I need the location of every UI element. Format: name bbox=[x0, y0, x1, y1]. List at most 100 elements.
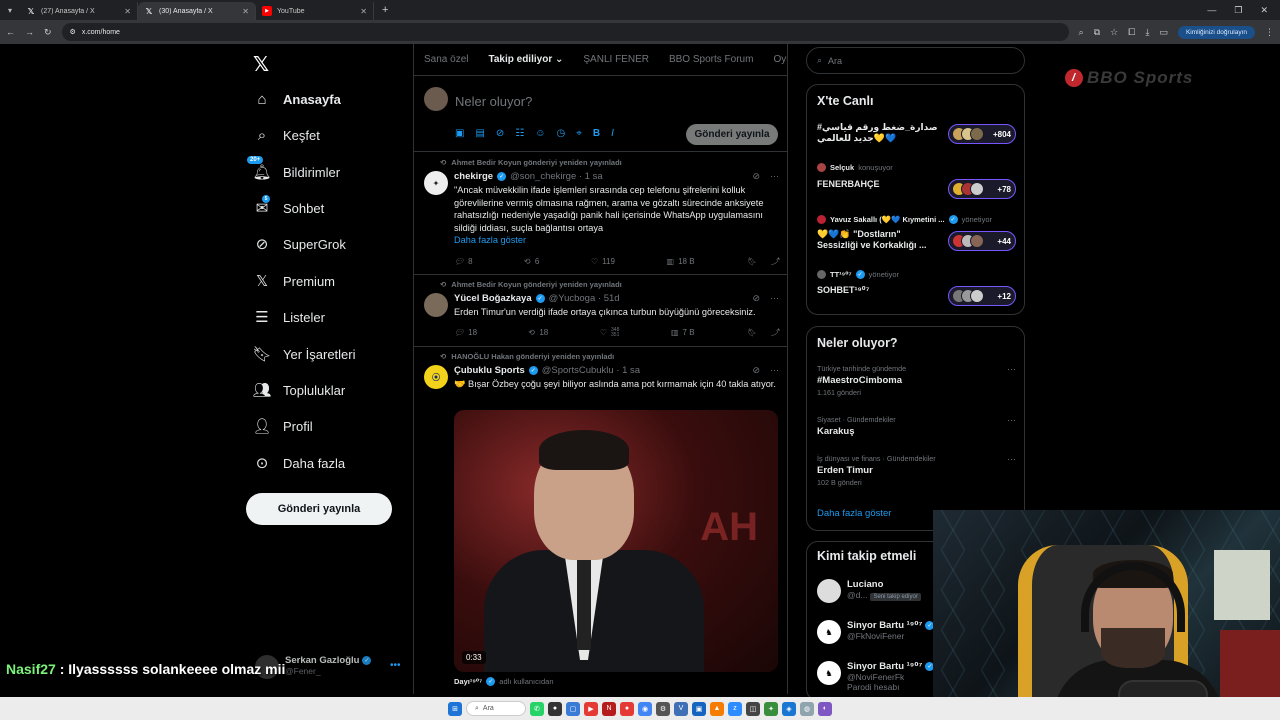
menu-icon[interactable]: ⋮ bbox=[1265, 27, 1274, 38]
netflix-icon[interactable]: N bbox=[602, 701, 616, 716]
nav-messages[interactable]: ✉ 5 Sohbet bbox=[253, 193, 324, 223]
like-button[interactable]: ♡ 119 bbox=[591, 256, 615, 267]
schedule-icon[interactable]: ◷ bbox=[556, 128, 565, 139]
whatsapp-icon[interactable]: ✆ bbox=[530, 701, 544, 716]
tab-following[interactable]: Takip ediliyor ⌄ bbox=[478, 44, 573, 76]
nav-notifications[interactable]: 🔔︎ 20+ Bildirimler bbox=[247, 156, 340, 187]
nav-premium[interactable]: 𝕏 Premium bbox=[253, 266, 335, 296]
app-icon[interactable]: ✦ bbox=[764, 701, 778, 716]
nav-lists[interactable]: ☰ Listeler bbox=[253, 302, 325, 332]
trend-item[interactable]: Siyaset · Gündemdekiler Karakuş ··· bbox=[817, 415, 1016, 437]
tweet-author[interactable]: Çubuklu Sports bbox=[454, 365, 525, 376]
live-listeners-pill[interactable]: +44 bbox=[948, 231, 1016, 251]
close-icon[interactable]: ✕ bbox=[124, 7, 131, 16]
taskbar-search[interactable]: ⌕ Ara bbox=[466, 701, 526, 716]
reload-icon[interactable]: ↻ bbox=[44, 27, 52, 38]
maximize-icon[interactable]: ❐ bbox=[1234, 5, 1242, 16]
tab-for-you[interactable]: Sana özel bbox=[414, 44, 478, 76]
post-button[interactable]: Gönderi yayınla bbox=[246, 493, 392, 525]
composer-input[interactable]: Neler oluyor? bbox=[455, 94, 532, 109]
gif-icon[interactable]: ▤ bbox=[475, 128, 484, 139]
tab-sanli-fener[interactable]: ŞANLI FENER bbox=[573, 44, 659, 76]
avatar[interactable]: ♞ bbox=[817, 620, 841, 644]
browser-tab[interactable]: ▶ YouTube ✕ bbox=[256, 2, 374, 20]
tweet[interactable]: ⟲ HANOĞLU Hakan gönderiyi yeniden yayınla… bbox=[414, 348, 787, 694]
trend-item[interactable]: İş dünyası ve finans · Gündemdekiler Erd… bbox=[817, 454, 1016, 487]
tab-list-icon[interactable]: ▾ bbox=[0, 0, 20, 20]
app-icon[interactable]: ▣ bbox=[692, 701, 706, 716]
nav-explore[interactable]: ⌕ Keşfet bbox=[253, 120, 320, 150]
nav-profile[interactable]: 👤︎ Profil bbox=[252, 411, 312, 441]
tweet-author[interactable]: Yücel Boğazkaya bbox=[454, 293, 532, 304]
app-icon[interactable]: ◫ bbox=[746, 701, 760, 716]
tweet-author[interactable]: chekirge bbox=[454, 171, 493, 182]
composer-post-button[interactable]: Gönderi yayınla bbox=[686, 124, 778, 145]
reply-button[interactable]: 💬︎ 8 bbox=[454, 256, 473, 267]
zoom-icon[interactable]: z bbox=[728, 701, 742, 716]
avatar[interactable]: ✦ bbox=[424, 171, 448, 195]
sidebar-icon[interactable]: ▭ bbox=[1159, 27, 1168, 38]
live-listeners-pill[interactable]: +12 bbox=[948, 286, 1016, 306]
app-icon[interactable]: ● bbox=[548, 701, 562, 716]
follow-suggestion[interactable]: ♞ Sinyor Bartu ¹⁹⁰⁷ ✓ @FkNoviFener bbox=[817, 620, 935, 644]
extensions-icon[interactable]: ⧠ bbox=[1128, 27, 1135, 38]
download-icon[interactable]: ⤓ bbox=[1145, 27, 1149, 38]
more-icon[interactable]: ··· bbox=[770, 365, 779, 376]
avatar[interactable] bbox=[424, 87, 448, 111]
close-icon[interactable]: ✕ bbox=[360, 7, 367, 16]
follow-suggestion[interactable]: ♞ Sinyor Bartu ¹⁹⁰⁷ ✓ @NoviFenerFk Parodi… bbox=[817, 661, 935, 692]
avatar[interactable]: ⦿ bbox=[424, 365, 448, 389]
new-tab-icon[interactable]: + bbox=[374, 4, 396, 16]
nav-more[interactable]: ⊙ Daha fazla bbox=[253, 448, 345, 478]
show-more-link[interactable]: Daha fazla göster bbox=[817, 508, 891, 519]
windows-start-icon[interactable]: ⊞ bbox=[448, 701, 462, 716]
vlc-icon[interactable]: ▲ bbox=[710, 701, 724, 716]
nav-communities[interactable]: 👥︎ Topluluklar bbox=[252, 375, 345, 405]
zoom-icon[interactable]: ⌕ bbox=[1079, 27, 1084, 38]
nav-bookmarks[interactable]: 🔖︎ Yer İşaretleri bbox=[252, 339, 355, 369]
views-button[interactable]: ▥ 18 B bbox=[667, 256, 695, 267]
tab-oyuncu[interactable]: Oyuncu bbox=[763, 44, 787, 76]
video-player[interactable]: AH 0:33 bbox=[454, 410, 778, 672]
share-icon[interactable]: ⤴ bbox=[771, 327, 779, 338]
app-icon[interactable]: V bbox=[674, 701, 688, 716]
app-icon[interactable]: ◍ bbox=[800, 701, 814, 716]
bold-icon[interactable]: B bbox=[593, 128, 600, 139]
live-listeners-pill[interactable]: +78 bbox=[948, 179, 1016, 199]
close-window-icon[interactable]: ✕ bbox=[1260, 5, 1268, 16]
like-button[interactable]: ♡ 348 351 bbox=[600, 327, 620, 338]
location-icon[interactable]: ⌖ bbox=[576, 128, 582, 139]
image-icon[interactable]: ▣ bbox=[455, 128, 464, 139]
live-listeners-pill[interactable]: +804 bbox=[948, 124, 1016, 144]
app-icon[interactable]: ▢ bbox=[566, 701, 580, 716]
more-icon[interactable]: ··· bbox=[1007, 415, 1016, 425]
share-icon[interactable]: ⤴ bbox=[771, 256, 779, 267]
trend-item[interactable]: Türkiye tarihinde gündemde #MaestroCimbo… bbox=[817, 364, 1016, 397]
more-icon[interactable]: ··· bbox=[1007, 364, 1016, 374]
browser-tab-active[interactable]: 𝕏 (30) Anasayfa / X ✕ bbox=[138, 2, 256, 20]
more-icon[interactable]: ··· bbox=[770, 171, 779, 182]
app-icon[interactable]: ● bbox=[620, 701, 634, 716]
live-item[interactable]: Yavuz Sakallı (💛💙 Kıymetini ... ✓ yönetiyo… bbox=[817, 215, 1016, 257]
app-icon[interactable]: ⚙ bbox=[656, 701, 670, 716]
live-item[interactable]: صدارة_ضغط ورقم قياسي# 💙💛جديد للعالمي +80… bbox=[817, 122, 1016, 152]
forward-icon[interactable]: → bbox=[25, 27, 34, 37]
bookmark-icon[interactable]: 🔖︎ bbox=[746, 328, 756, 337]
avatar[interactable] bbox=[817, 579, 841, 603]
avatar[interactable]: ♞ bbox=[817, 661, 841, 685]
emoji-icon[interactable]: ☺ bbox=[535, 128, 545, 139]
app-icon[interactable]: ◈ bbox=[782, 701, 796, 716]
nav-supergrok[interactable]: ⊘ SuperGrok bbox=[253, 229, 346, 259]
avatar[interactable] bbox=[424, 293, 448, 317]
grok-icon[interactable]: ⊘ bbox=[496, 128, 504, 139]
tweet[interactable]: ⟲ Ahmet Bedir Koyun gönderiyi yeniden yay… bbox=[414, 276, 787, 347]
minimize-icon[interactable]: — bbox=[1207, 5, 1216, 16]
bookmark-icon[interactable]: 🔖︎ bbox=[746, 257, 756, 266]
more-icon[interactable]: ··· bbox=[770, 293, 779, 304]
repost-button[interactable]: ⟲ 18 bbox=[529, 327, 549, 338]
url-field[interactable]: ⚙ x.com/home bbox=[61, 23, 1069, 41]
tweet[interactable]: ⟲ Ahmet Bedir Koyun gönderiyi yeniden yay… bbox=[414, 153, 787, 275]
grok-icon[interactable]: ⊘ bbox=[752, 171, 760, 182]
repost-button[interactable]: ⟲ 6 bbox=[524, 256, 539, 267]
nav-home[interactable]: ⌂ Anasayfa bbox=[253, 84, 340, 114]
